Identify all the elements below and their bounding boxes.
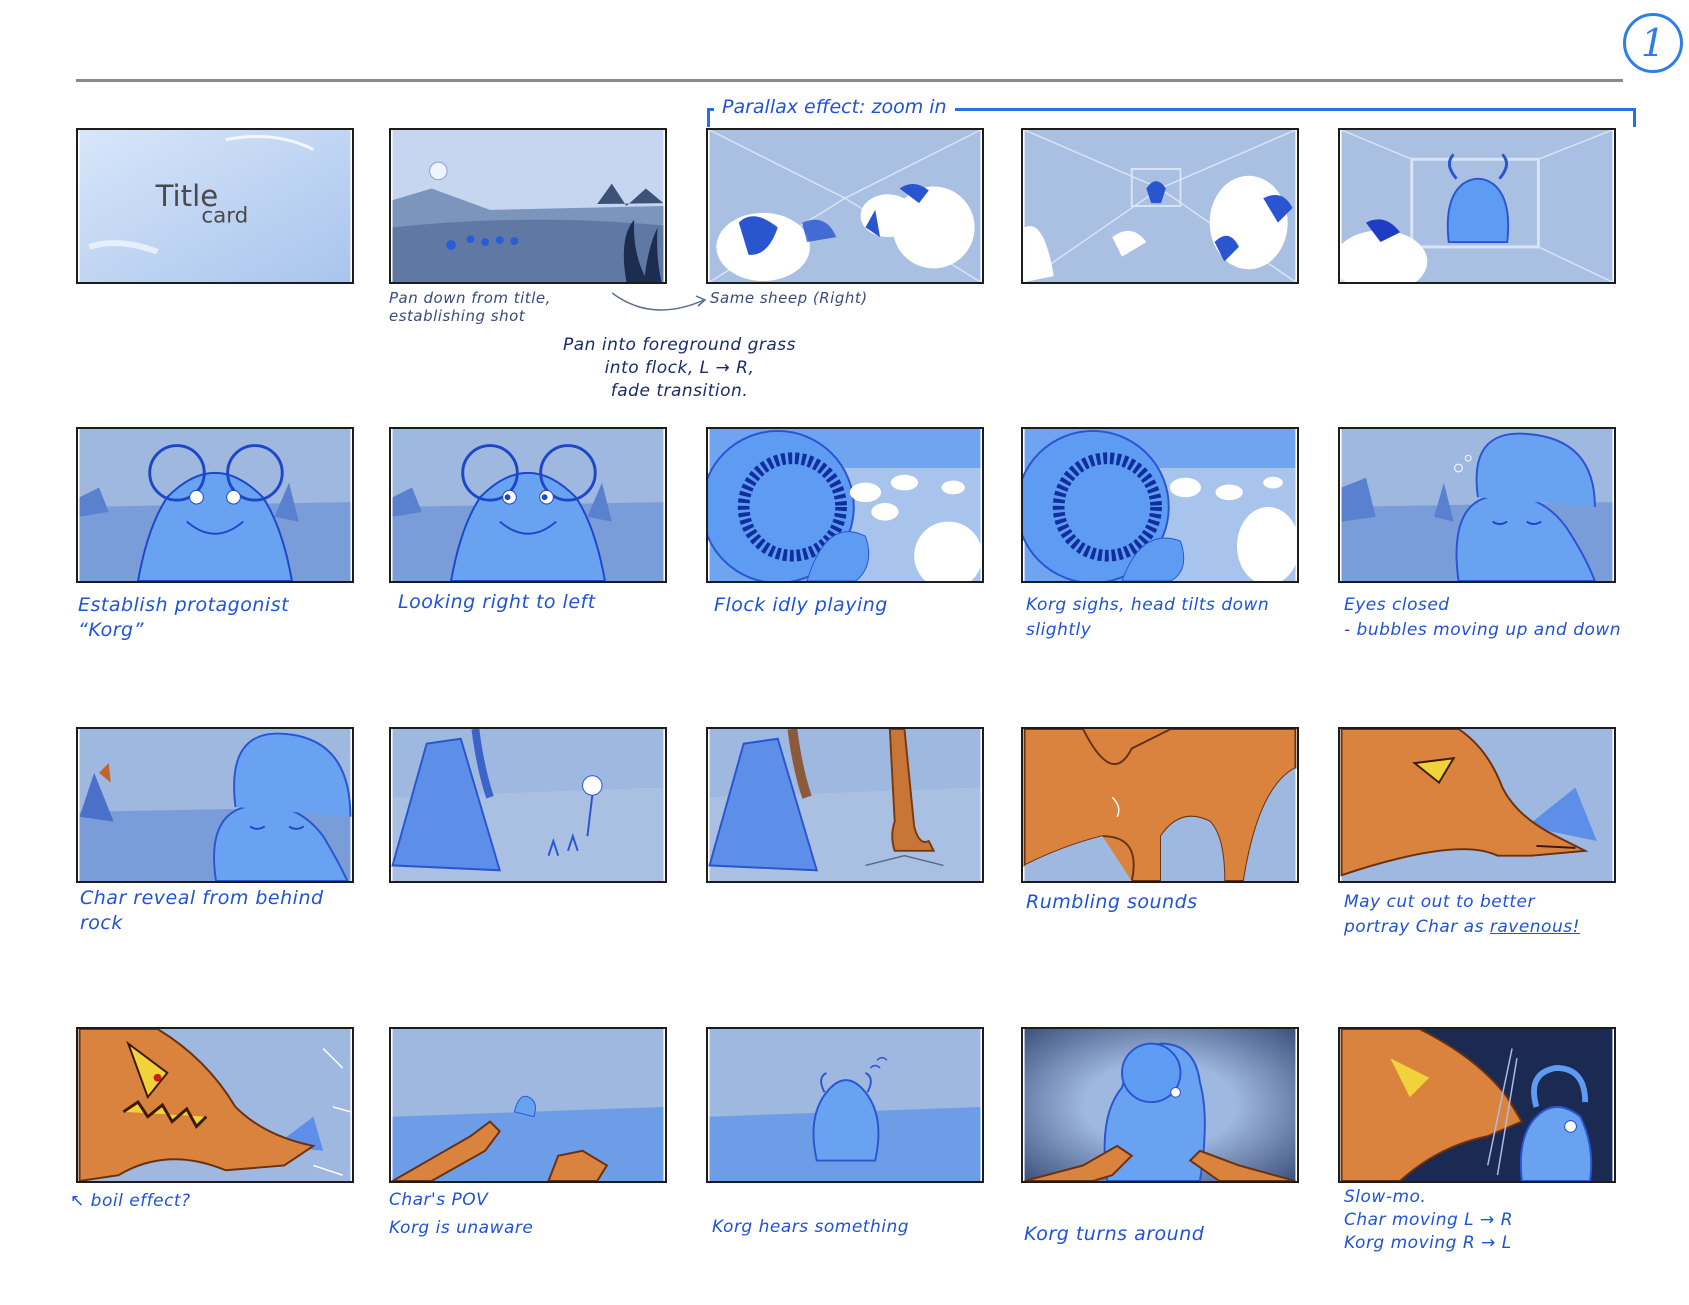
note-panel-9: Korg sighs, head tilts down slightly	[1026, 595, 1270, 640]
panel-11-char-reveal	[76, 727, 354, 883]
note-panel-17: Char's POV Korg is unaware	[389, 1190, 534, 1238]
note-panel-11: Char reveal from behind rock	[80, 887, 324, 934]
panel-3-flock-parallax	[706, 128, 984, 284]
note-panel-20: Slow-mo. Char moving L → R Korg moving R →…	[1344, 1187, 1514, 1253]
panel-1-title-card: Title card	[76, 128, 354, 284]
page-number-circle: 1	[1623, 13, 1683, 73]
panel-16-char-snarl	[76, 1027, 354, 1183]
panel-2-establishing	[389, 128, 667, 284]
note-panel-7: Looking right to left	[398, 591, 596, 613]
panel-4-flock-parallax-zoom	[1021, 128, 1299, 284]
panel-9-korg-sighs	[1021, 427, 1299, 583]
page-divider-rule	[76, 79, 1623, 82]
panel-8-flock-playing	[706, 427, 984, 583]
panel-19-korg-turns	[1021, 1027, 1299, 1183]
panel-13-char-foot	[706, 727, 984, 883]
panel-17-char-pov	[389, 1027, 667, 1183]
panel-14-rumbling	[1021, 727, 1299, 883]
note-panel-16: ↖ boil effect?	[70, 1191, 191, 1211]
panel-12-rock-flower	[389, 727, 667, 883]
title-card-word-card: card	[201, 204, 248, 229]
panel-7-korg-looking	[389, 427, 667, 583]
panel-5-flock-parallax-closeup	[1338, 128, 1616, 284]
note-panel-2: Pan down from title, establishing shot	[389, 289, 551, 325]
ravenous-emphasis: ravenous!	[1489, 917, 1580, 937]
note-panel-8: Flock idly playing	[714, 594, 888, 616]
note-transition: Pan into foreground grass into flock, L →…	[563, 335, 796, 401]
note-panel-14: Rumbling sounds	[1026, 891, 1198, 913]
note-panel-15: May cut out to better portray Char as ra…	[1344, 892, 1580, 937]
note-same-sheep: Same sheep (Right)	[710, 289, 868, 307]
note-panel-19: Korg turns around	[1024, 1223, 1205, 1245]
note-panel-18: Korg hears something	[712, 1217, 910, 1237]
parallax-label: Parallax effect: zoom in	[714, 96, 955, 118]
panel-20-slow-mo	[1338, 1027, 1616, 1183]
panel-6-korg-establish	[76, 427, 354, 583]
note-panel-10: Eyes closed - bubbles moving up and down	[1344, 595, 1622, 640]
panel-18-korg-hears	[706, 1027, 984, 1183]
panel-15-char-ravenous	[1338, 727, 1616, 883]
note-panel-6: Establish protagonist “Korg”	[78, 594, 290, 641]
transition-arrow	[612, 292, 707, 311]
panel-10-eyes-closed	[1338, 427, 1616, 583]
